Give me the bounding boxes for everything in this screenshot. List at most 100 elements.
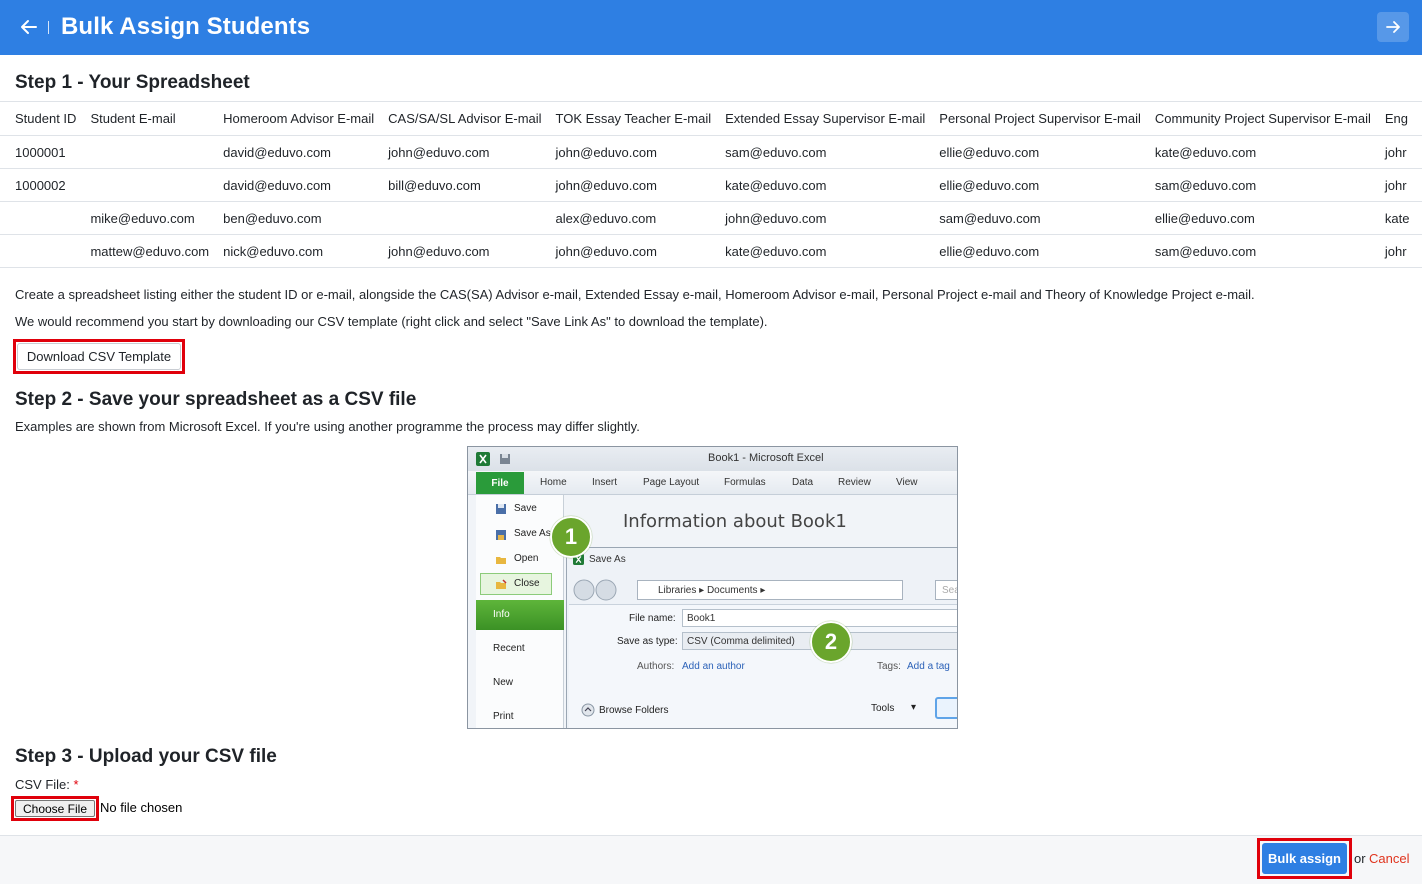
table-cell: ellie@eduvo.com: [939, 135, 1155, 169]
dialog-title: Save As: [589, 554, 626, 565]
table-cell: mattew@eduvo.com: [90, 234, 224, 268]
instructions-text: Create a spreadsheet listing either the …: [15, 287, 1255, 302]
forward-button[interactable]: [1377, 12, 1409, 42]
table-cell: sam@eduvo.com: [939, 201, 1155, 235]
ribbon-tab: Page Layout: [643, 477, 700, 488]
table-cell: [388, 201, 556, 235]
csv-file-label: CSV File: *: [15, 777, 79, 793]
arrow-right-icon: [1386, 21, 1400, 33]
menu-item-close: Close: [514, 578, 540, 589]
column-header: Personal Project Supervisor E-mail: [939, 101, 1155, 136]
ribbon-tab: Home: [540, 477, 567, 488]
column-header: Student E-mail: [90, 101, 224, 136]
tags-label: Tags:: [877, 661, 901, 672]
excel-info-title: Information about Book1: [623, 511, 847, 532]
table-cell: john@eduvo.com: [725, 201, 940, 235]
table-row: 1000001 david@eduvo.com john@eduvo.com j…: [0, 135, 1422, 169]
table-cell: ellie@eduvo.com: [939, 168, 1155, 202]
column-header: Student ID: [0, 101, 91, 136]
breadcrumb-item: Libraries: [658, 585, 697, 596]
table-cell: 1000001: [0, 135, 91, 169]
save-type-label: Save as type:: [617, 636, 678, 647]
arrow-left-icon: [21, 20, 37, 34]
breadcrumb-item: Documents: [706, 585, 758, 596]
page-title: Bulk Assign Students: [61, 13, 311, 40]
no-file-chosen-text: No file chosen: [100, 800, 183, 815]
table-cell: 1000002: [0, 168, 91, 202]
add-tag-link: Add a tag: [907, 661, 950, 672]
choose-file-button[interactable]: Choose File: [15, 800, 95, 817]
menu-item-info: Info: [493, 609, 510, 620]
column-header: Extended Essay Supervisor E-mail: [725, 101, 940, 136]
recommendation-text: We would recommend you start by download…: [15, 314, 768, 329]
ribbon-tab: Formulas: [724, 477, 766, 488]
table-cell: david@eduvo.com: [223, 135, 389, 169]
search-field: Sea: [935, 580, 957, 600]
table-cell: [90, 135, 224, 169]
nav-back-forward-icon: [573, 579, 617, 601]
column-header: TOK Essay Teacher E-mail: [555, 101, 726, 136]
table-cell: johr: [1384, 135, 1422, 169]
ribbon-tab: View: [896, 477, 918, 488]
chevron-right-icon: ▸: [699, 585, 707, 596]
app-header: Bulk Assign Students: [0, 0, 1422, 55]
ribbon-tab: Insert: [592, 477, 618, 488]
table-cell: john@eduvo.com: [388, 234, 556, 268]
menu-item-print: Print: [493, 711, 514, 722]
table-cell: mike@eduvo.com: [90, 201, 224, 235]
excel-logo-icon: [476, 452, 490, 466]
required-marker: *: [73, 777, 79, 792]
chevron-up-icon: [581, 703, 595, 717]
dropdown-caret-icon: ▾: [911, 702, 917, 713]
table-cell: kate@eduvo.com: [725, 168, 940, 202]
cancel-link[interactable]: Cancel: [1369, 851, 1409, 866]
tools-label: Tools: [871, 703, 895, 714]
table-cell: john@eduvo.com: [555, 168, 726, 202]
menu-item-new: New: [493, 677, 514, 688]
table-cell: alex@eduvo.com: [555, 201, 726, 235]
table-cell: [0, 201, 91, 235]
form-footer: [0, 835, 1422, 884]
table-cell: johr: [1384, 168, 1422, 202]
excel-titlebar: Book1 - Microsoft Excel: [468, 447, 957, 471]
add-author-link: Add an author: [682, 661, 745, 672]
ribbon-tab: Review: [838, 477, 871, 488]
step3-heading: Step 3 - Upload your CSV file: [15, 746, 277, 767]
step1-heading: Step 1 - Your Spreadsheet: [15, 72, 250, 93]
table-cell: sam@eduvo.com: [1154, 234, 1385, 268]
table-cell: ellie@eduvo.com: [939, 234, 1155, 268]
back-button[interactable]: [17, 14, 41, 40]
table-cell: john@eduvo.com: [555, 135, 726, 169]
table-cell: john@eduvo.com: [388, 135, 556, 169]
download-csv-template-button[interactable]: Download CSV Template: [17, 343, 181, 370]
table-cell: ellie@eduvo.com: [1154, 201, 1385, 235]
header-divider: [48, 21, 49, 34]
table-cell: kate: [1384, 201, 1422, 235]
table-row: mattew@eduvo.com nick@eduvo.com john@edu…: [0, 234, 1422, 268]
table-cell: bill@eduvo.com: [388, 168, 556, 202]
table-header-row: Student ID Student E-mail Homeroom Advis…: [0, 101, 1422, 136]
menu-item-recent: Recent: [493, 643, 525, 654]
excel-window-title: Book1 - Microsoft Excel: [708, 452, 824, 464]
column-header: Eng: [1384, 101, 1422, 136]
table-cell: sam@eduvo.com: [725, 135, 940, 169]
ribbon-tab: Data: [792, 477, 814, 488]
table-row: 1000002 david@eduvo.com bill@eduvo.com j…: [0, 168, 1422, 202]
excel-ribbon: Home Insert Page Layout Formulas Data Re…: [468, 471, 957, 495]
table-cell: [0, 234, 91, 268]
table-cell: johr: [1384, 234, 1422, 268]
step-badge-2: 2: [810, 621, 852, 663]
address-bar: Libraries ▸ Documents ▸: [637, 580, 903, 600]
chevron-right-icon: ▸: [760, 585, 766, 596]
column-header: Homeroom Advisor E-mail: [223, 101, 389, 136]
step2-heading: Step 2 - Save your spreadsheet as a CSV …: [15, 389, 417, 410]
excel-note-text: Examples are shown from Microsoft Excel.…: [15, 419, 640, 434]
quick-save-icon: [500, 454, 510, 464]
csv-file-label-text: CSV File:: [15, 777, 70, 792]
table-cell: john@eduvo.com: [555, 234, 726, 268]
save-button-preview: [935, 697, 957, 719]
file-tab: File: [476, 472, 524, 494]
bulk-assign-button[interactable]: Bulk assign: [1262, 843, 1347, 874]
browse-folders-label: Browse Folders: [599, 705, 669, 716]
menu-item-save: Save: [514, 503, 537, 514]
